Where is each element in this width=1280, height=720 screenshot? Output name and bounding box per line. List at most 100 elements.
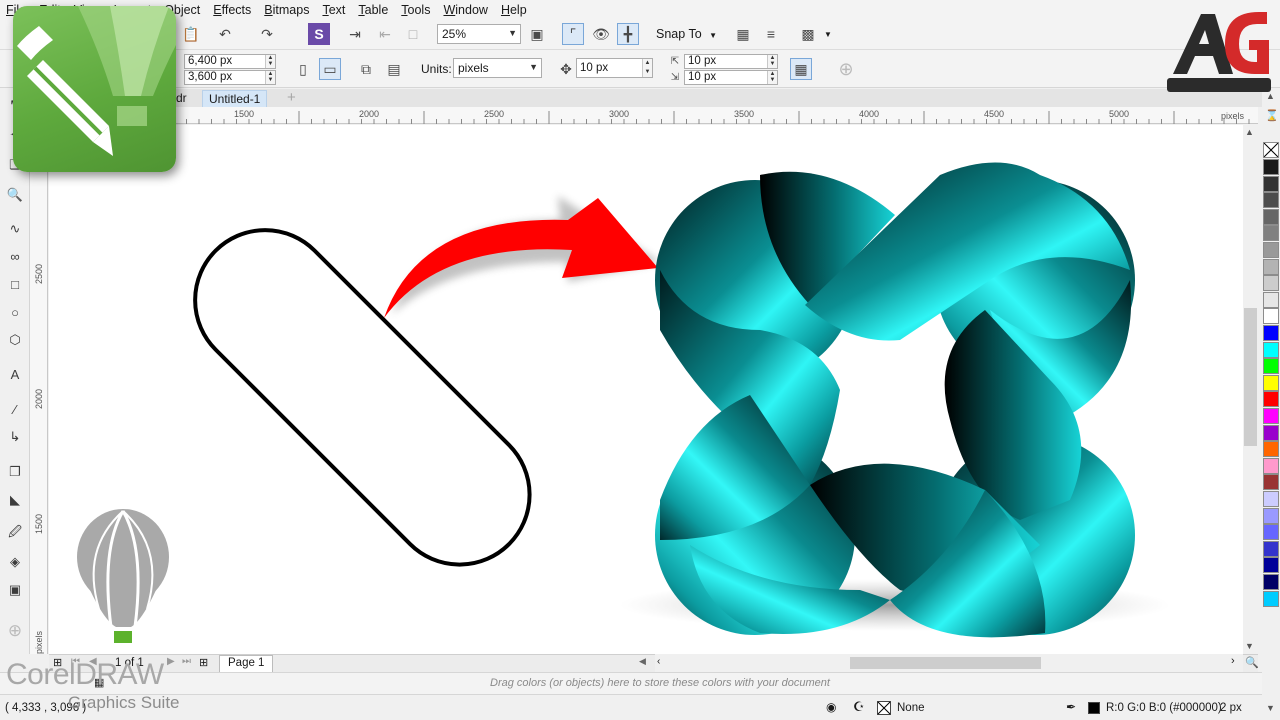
color-swatch[interactable]: [1263, 242, 1279, 258]
menu-table[interactable]: Table: [358, 3, 388, 17]
nudge-distance-field[interactable]: 10 px ▲ ▼: [576, 58, 653, 78]
color-swatch[interactable]: [1263, 574, 1279, 590]
landscape-icon[interactable]: ▭: [319, 58, 341, 80]
paste-icon[interactable]: 📋: [180, 23, 202, 45]
spin-arrows-icon[interactable]: ▲ ▼: [767, 71, 777, 84]
smart-fill-icon[interactable]: ▣: [5, 580, 25, 600]
current-page-icon[interactable]: ▤: [383, 58, 405, 80]
zoom-tool-icon[interactable]: 🔍: [5, 185, 25, 205]
color-swatch[interactable]: [1263, 275, 1279, 292]
duplicate-x-field[interactable]: 10 px ▲ ▼: [684, 54, 778, 69]
rectangle-tool-icon[interactable]: □: [5, 274, 25, 294]
eyedropper-icon[interactable]: 🖉: [5, 524, 25, 544]
fill-bucket-icon[interactable]: ☪: [853, 699, 865, 715]
color-swatch[interactable]: [1263, 524, 1279, 541]
parallel-dimension-icon[interactable]: ∕: [5, 399, 25, 419]
scroll-up-icon[interactable]: ▲: [1245, 127, 1254, 137]
color-swatch[interactable]: [1263, 159, 1279, 175]
launch-menu-icon[interactable]: ▩: [797, 23, 819, 45]
publish-pdf-icon[interactable]: □: [402, 23, 424, 45]
snap-to-dropdown[interactable]: Snap To ▼: [656, 27, 717, 41]
color-swatch[interactable]: [1263, 540, 1279, 557]
color-swatch[interactable]: [1263, 474, 1279, 491]
portrait-icon[interactable]: ▯: [292, 58, 314, 80]
artistic-media-icon[interactable]: ∞: [5, 246, 25, 266]
menu-bitmaps[interactable]: Bitmaps: [264, 3, 309, 17]
color-swatch[interactable]: [1263, 291, 1279, 308]
outline-pen-icon[interactable]: ✒: [1066, 700, 1076, 714]
color-swatch[interactable]: [1263, 325, 1279, 341]
ribbon-logo[interactable]: [655, 162, 1135, 638]
menu-window[interactable]: Window: [443, 3, 487, 17]
customize-toolbox-icon[interactable]: ⊕: [5, 621, 25, 641]
add-preset-icon[interactable]: ⊕: [835, 58, 857, 80]
menu-tools[interactable]: Tools: [401, 3, 430, 17]
show-guidelines-icon[interactable]: ╋: [617, 23, 639, 45]
page-height-field[interactable]: 3,600 px ▲ ▼: [184, 70, 276, 85]
color-swatch[interactable]: [1263, 358, 1279, 375]
duplicate-y-field[interactable]: 10 px ▲ ▼: [684, 70, 778, 85]
horizontal-scrollbar-thumb[interactable]: [850, 657, 1041, 669]
color-swatch[interactable]: [1263, 374, 1279, 391]
scroll-down-icon[interactable]: ▼: [1245, 641, 1254, 651]
tab-page-1[interactable]: Page 1: [219, 655, 274, 672]
vertical-ruler[interactable]: 2500 2000 1500 pixels: [30, 124, 48, 654]
connector-tool-icon[interactable]: ↳: [5, 427, 25, 447]
color-swatch[interactable]: [1263, 424, 1279, 441]
text-tool-icon[interactable]: A: [5, 364, 25, 384]
spin-arrows-icon[interactable]: ▲ ▼: [265, 55, 275, 68]
color-swatch[interactable]: [1263, 341, 1279, 358]
horizontal-ruler[interactable]: 1500 2000 2500 3000 3500 4000 4500 5000 …: [49, 107, 1258, 124]
new-tab-plus-icon[interactable]: +: [287, 89, 296, 106]
color-swatch[interactable]: [1263, 258, 1279, 275]
show-grid-icon[interactable]: 👁: [590, 23, 612, 45]
color-swatch[interactable]: [1263, 175, 1279, 192]
corel-connect-icon[interactable]: S: [308, 23, 330, 45]
all-pages-icon[interactable]: ⧉: [355, 58, 377, 80]
palette-eyedropper-icon[interactable]: ⌛: [1265, 109, 1279, 122]
spin-arrows-icon[interactable]: ▲ ▼: [767, 55, 777, 68]
menu-text[interactable]: Text: [322, 3, 345, 17]
import-icon[interactable]: ⇥: [344, 23, 366, 45]
units-combo[interactable]: pixels ▼: [453, 58, 542, 78]
drop-shadow-icon[interactable]: ❐: [5, 462, 25, 482]
scrollbar-thumb[interactable]: [1244, 308, 1257, 446]
scroll-right-arrow-icon[interactable]: ›: [1231, 655, 1235, 667]
color-swatch[interactable]: [1263, 225, 1279, 242]
vertical-scrollbar[interactable]: ▲ ▼: [1243, 125, 1258, 654]
color-swatch[interactable]: [1263, 408, 1279, 424]
zoom-level-combo[interactable]: 25% ▼: [437, 24, 521, 44]
polygon-tool-icon[interactable]: ⬡: [5, 330, 25, 350]
interactive-fill-icon[interactable]: ◈: [5, 552, 25, 572]
freehand-tool-icon[interactable]: ∿: [5, 219, 25, 239]
drawing-canvas[interactable]: [49, 125, 1258, 654]
color-swatch[interactable]: [1263, 308, 1279, 325]
color-swatch[interactable]: [1263, 491, 1279, 507]
launch-caret-icon[interactable]: ▼: [824, 30, 832, 39]
color-swatch[interactable]: [1263, 391, 1279, 408]
full-screen-preview-icon[interactable]: ▣: [526, 23, 548, 45]
color-swatch[interactable]: [1263, 441, 1279, 458]
color-swatch[interactable]: [1263, 208, 1279, 225]
horizontal-scrollbar[interactable]: ‹ ›: [655, 654, 1243, 672]
color-swatch[interactable]: [1263, 457, 1279, 474]
application-launcher-icon[interactable]: ≡: [760, 23, 782, 45]
palette-scroll-down-icon[interactable]: ▼: [1266, 703, 1275, 713]
menu-effects[interactable]: Effects: [213, 3, 251, 17]
export-icon[interactable]: ⇤: [374, 23, 396, 45]
options-icon[interactable]: ▦: [732, 23, 754, 45]
zoom-fit-icon[interactable]: 🔍: [1245, 656, 1259, 669]
tab-untitled-1[interactable]: Untitled-1: [202, 90, 268, 107]
spin-arrows-icon[interactable]: ▲ ▼: [265, 71, 275, 84]
transparency-icon[interactable]: ◣: [5, 490, 25, 510]
color-swatch[interactable]: [1263, 557, 1279, 574]
last-page-icon[interactable]: ⏭: [182, 656, 191, 667]
scroll-left-icon[interactable]: ◀: [639, 656, 646, 667]
page-width-field[interactable]: 6,400 px ▲ ▼: [184, 54, 276, 69]
spin-arrows-icon[interactable]: ▲ ▼: [642, 59, 652, 77]
undo-icon[interactable]: ↶: [214, 23, 236, 45]
color-swatch[interactable]: [1263, 192, 1279, 209]
add-page-after-icon[interactable]: ⊞: [199, 656, 208, 669]
color-swatch[interactable]: [1263, 507, 1279, 524]
next-page-icon[interactable]: ▶: [167, 656, 175, 667]
